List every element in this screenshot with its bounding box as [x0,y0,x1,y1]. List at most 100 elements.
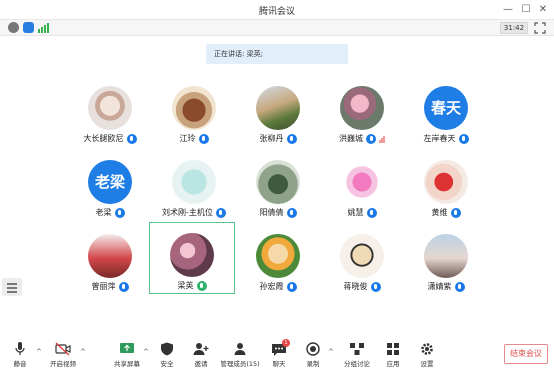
meeting-toolbar: 静音 ^ 开启视频 ^ 共享屏幕 ^ 安全 邀请 管理成员(15) 1 聊天 录… [0,338,554,370]
security-button[interactable]: 安全 [156,338,178,368]
chat-icon: 1 [271,339,290,356]
microphone-icon [458,133,469,144]
participant-name: 洪巍城 [339,134,363,143]
microphone-icon [15,342,25,355]
microphone-icon [286,133,297,144]
participant-tile[interactable]: 姚慧 [322,150,402,222]
participant-name: 大长腿欧尼 [83,134,124,143]
mute-button[interactable]: 静音 [8,338,32,368]
avatar [424,160,468,204]
participant-tile[interactable]: 刘术刚-主机位 [154,150,234,222]
manage-participants-button[interactable]: 管理成员(15) [220,338,260,368]
participant-name: 左岸春天 [423,134,456,143]
avatar: 老梁 [88,160,132,204]
share-screen-icon [120,343,134,353]
avatar [256,160,300,204]
close-icon[interactable]: ✕ [535,2,551,18]
participant-name: 潇婧紫 [427,282,452,291]
settings-button[interactable]: 设置 [416,338,438,368]
participants-icon [234,343,246,355]
participant-name-row: 蒋晓俊 [322,281,402,292]
video-button[interactable]: 开启视频 [48,338,78,368]
participant-name: 张柳丹 [259,134,284,143]
participant-name-row: 姚慧 [322,207,402,218]
microphone-icon [366,207,377,218]
participant-name: 姚慧 [347,208,364,217]
apps-grid-icon [387,343,399,355]
microphone-icon [126,133,137,144]
record-options-chevron-icon[interactable]: ^ [328,348,334,356]
participant-tile[interactable]: 洪巍城 [322,76,402,148]
participant-tile[interactable]: 大长腿欧尼 [70,76,150,148]
chat-button[interactable]: 1 聊天 [268,338,290,368]
participant-name-row: 张柳丹 [238,133,318,144]
participant-name: 梁英 [177,281,194,290]
microphone-icon [198,133,209,144]
participant-name: 孙宏霞 [259,282,284,291]
participant-name: 蒋晓俊 [343,282,368,291]
breakout-icon [350,343,364,355]
participant-name-row: 洪巍城 [322,133,402,144]
microphone-icon [370,281,381,292]
end-meeting-button[interactable]: 结束会议 [504,344,548,364]
shield-icon[interactable] [23,22,34,33]
participant-name-row: 黄维 [406,207,486,218]
participant-tile[interactable]: 阳倩倩 [238,150,318,222]
participant-tile[interactable]: 春天 左岸春天 [406,76,486,148]
invite-button[interactable]: 邀请 [190,338,212,368]
breakout-rooms-button[interactable]: 分组讨论 [342,338,372,368]
apps-button[interactable]: 应用 [382,338,404,368]
participant-name-row: 孙宏霞 [238,281,318,292]
avatar [170,233,214,277]
fullscreen-icon[interactable] [534,22,546,34]
avatar [172,86,216,130]
signal-icon[interactable] [38,22,50,33]
microphone-icon [215,207,226,218]
title-bar: 腾讯会议 — ☐ ✕ [0,0,554,20]
microphone-icon [286,281,297,292]
avatar [88,234,132,278]
participant-name: 阳倩倩 [259,208,284,217]
share-options-chevron-icon[interactable]: ^ [143,348,149,356]
participant-tile[interactable]: 蒋晓俊 [322,224,402,296]
gear-icon [421,343,433,355]
share-screen-button[interactable]: 共享屏幕 [112,338,142,368]
avatar [424,234,468,278]
participant-tile[interactable]: 梁英 [149,222,235,294]
video-options-chevron-icon[interactable]: ^ [80,348,86,356]
volume-level-icon [379,135,385,143]
participant-name-row: 左岸春天 [406,133,486,144]
shield-icon [161,342,173,356]
camera-off-icon [55,342,71,356]
microphone-icon [286,207,297,218]
maximize-icon[interactable]: ☐ [518,2,534,18]
microphone-icon [118,281,129,292]
participant-tile[interactable]: 孙宏霞 [238,224,318,296]
avatar [340,86,384,130]
participant-name: 江玲 [179,134,196,143]
speaking-microphone-icon [196,280,207,291]
participant-name-row: 江玲 [154,133,234,144]
avatar [340,160,384,204]
participant-tile[interactable]: 黄维 [406,150,486,222]
participant-name-row: 潇婧紫 [406,281,486,292]
avatar [256,234,300,278]
info-icon[interactable] [8,22,19,33]
minimize-icon[interactable]: — [500,2,516,18]
participant-name-row: 老梁 [70,207,150,218]
participant-tile[interactable]: 江玲 [154,76,234,148]
mute-options-chevron-icon[interactable]: ^ [36,348,42,356]
record-button[interactable]: 录制 [302,338,324,368]
microphone-icon [366,133,376,144]
participant-tile[interactable]: 潇婧紫 [406,224,486,296]
add-user-icon [193,343,209,355]
participant-name: 刘术刚-主机位 [162,208,213,217]
record-icon [306,342,320,356]
participant-tile[interactable]: 曾丽萍 [70,224,150,296]
participant-tile[interactable]: 老梁 老梁 [70,150,150,222]
participant-name: 曾丽萍 [91,282,116,291]
panel-toggle-icon[interactable] [2,278,22,296]
microphone-icon [450,207,461,218]
participant-tile[interactable]: 张柳丹 [238,76,318,148]
meeting-timer: 31:42 [500,22,528,34]
